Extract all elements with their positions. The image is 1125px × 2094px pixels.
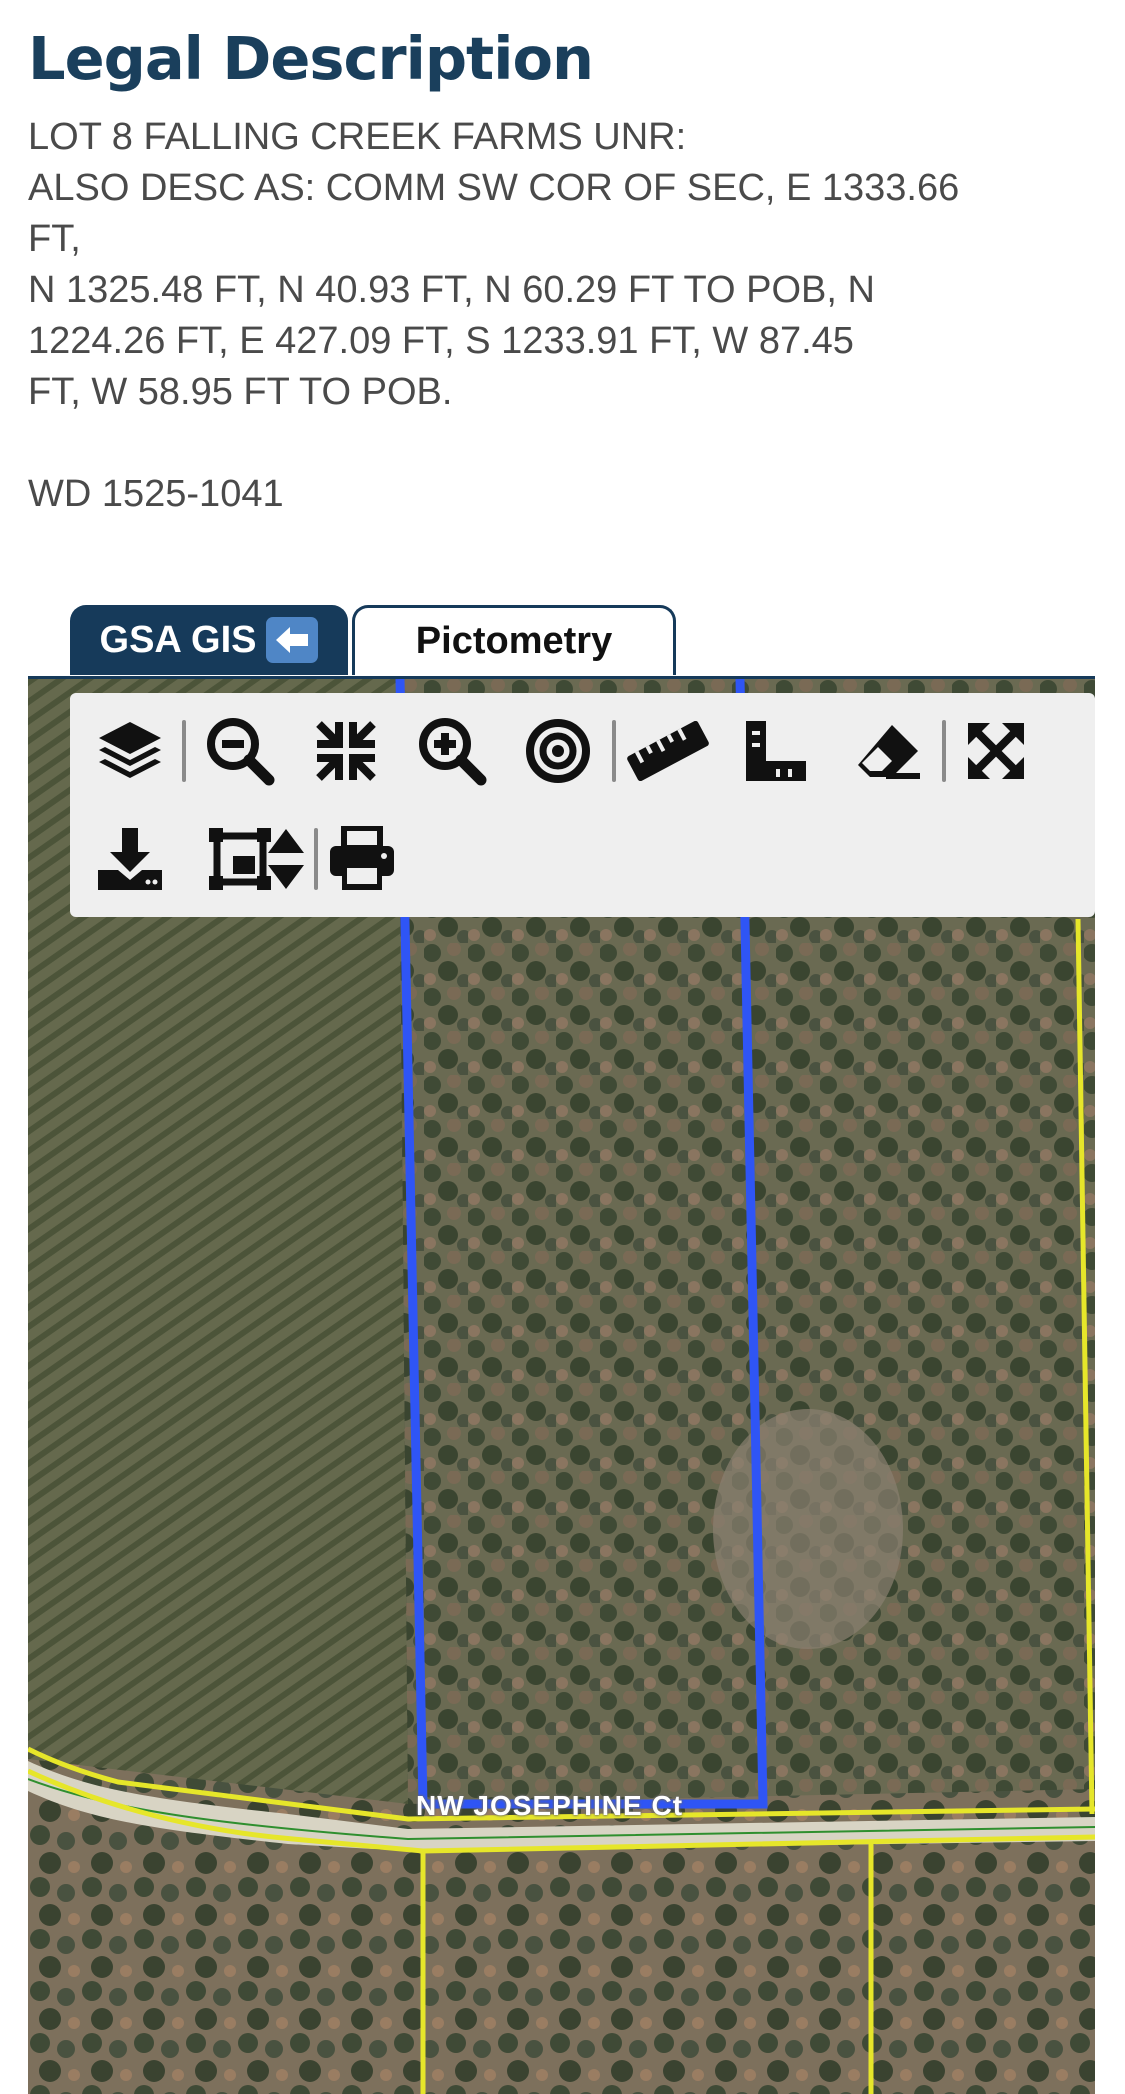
legal-line: ALSO DESC AS: COMM SW COR OF SEC, E 1333… bbox=[28, 167, 960, 209]
legal-description-title: Legal Description bbox=[28, 24, 594, 93]
measure-distance-icon[interactable] bbox=[626, 709, 710, 793]
road-label: NW JOSEPHINE Ct bbox=[416, 1790, 684, 1821]
eraser-icon[interactable] bbox=[846, 709, 930, 793]
tab-gsa-gis[interactable]: GSA GIS bbox=[70, 605, 348, 675]
toolbar-separator bbox=[612, 720, 616, 782]
legal-line: FT, bbox=[28, 218, 81, 260]
left-arrow-icon bbox=[266, 617, 319, 663]
zoom-to-extent-icon[interactable] bbox=[304, 709, 388, 793]
legal-line: 1224.26 FT, E 427.09 FT, S 1233.91 FT, W… bbox=[28, 320, 854, 362]
map-toolbar bbox=[70, 693, 1095, 917]
toolbar-separator bbox=[182, 720, 186, 782]
legal-description-text: LOT 8 FALLING CREEK FARMS UNR: ALSO DESC… bbox=[28, 112, 1088, 520]
zoom-out-icon[interactable] bbox=[198, 709, 282, 793]
measure-area-icon[interactable] bbox=[734, 709, 818, 793]
locate-target-icon[interactable] bbox=[516, 709, 600, 793]
deed-reference: WD 1525-1041 bbox=[28, 473, 284, 515]
tab-pictometry-label: Pictometry bbox=[415, 620, 613, 662]
download-icon[interactable] bbox=[88, 817, 172, 901]
legal-line: FT, W 58.95 FT TO POB. bbox=[28, 371, 453, 413]
toolbar-separator bbox=[942, 720, 946, 782]
zoom-in-icon[interactable] bbox=[410, 709, 494, 793]
tab-pictometry[interactable]: Pictometry bbox=[352, 605, 676, 675]
tab-gsa-gis-label: GSA GIS bbox=[99, 618, 257, 661]
fullscreen-icon[interactable] bbox=[954, 709, 1038, 793]
resize-icon[interactable] bbox=[260, 817, 312, 901]
legal-line: N 1325.48 FT, N 40.93 FT, N 60.29 FT TO … bbox=[28, 269, 875, 311]
toolbar-separator bbox=[314, 828, 318, 890]
layers-icon[interactable] bbox=[88, 709, 172, 793]
print-icon[interactable] bbox=[320, 817, 404, 901]
legal-line: LOT 8 FALLING CREEK FARMS UNR: bbox=[28, 116, 687, 158]
map-view[interactable]: NW JOSEPHINE Ct bbox=[28, 679, 1095, 2094]
